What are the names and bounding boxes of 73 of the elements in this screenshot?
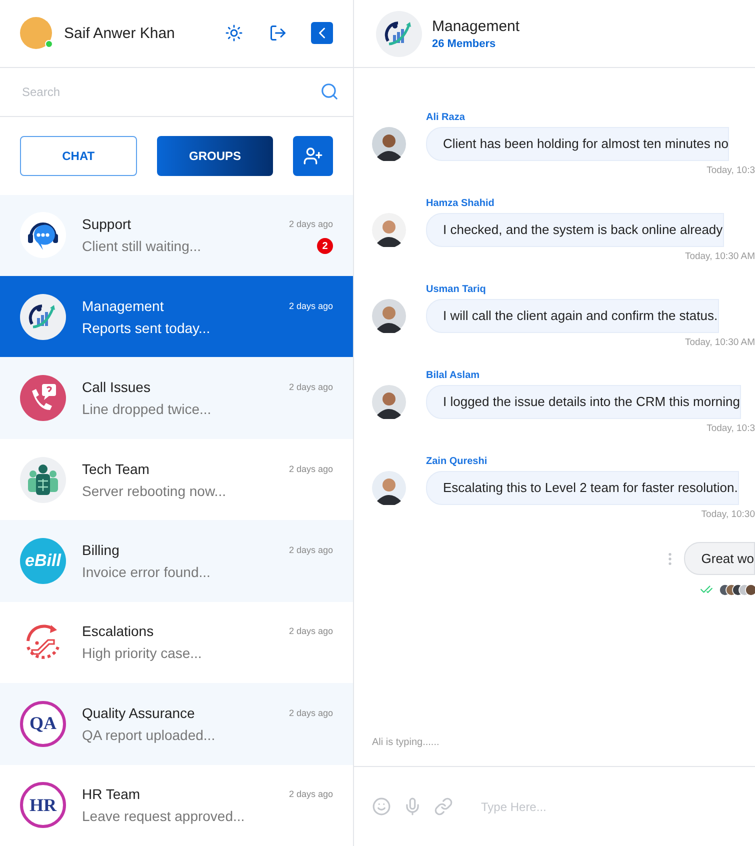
message-time: Today, 10:30 [701, 509, 755, 520]
group-time: 2 days ago [288, 545, 333, 555]
chat-title: Management [432, 18, 520, 34]
team-icon [20, 456, 66, 503]
person-avatar [372, 127, 406, 161]
sender-name: Usman Tariq [426, 284, 487, 295]
person-avatar [372, 213, 406, 247]
message-time: Today, 10:30 AM [684, 337, 755, 348]
group-name: HR Team [82, 786, 140, 802]
typing-indicator: Ali is typing...... [371, 737, 440, 750]
group-time: 2 days ago [288, 708, 333, 718]
message-time: Today, 10:3 [706, 423, 755, 434]
group-name: Quality Assurance [82, 704, 195, 721]
group-item[interactable]: QA Quality Assurance 2 days ago QA report uploaded... [0, 683, 353, 765]
group-name: Call Issues [82, 379, 150, 396]
group-preview: Server rebooting now... [82, 482, 226, 499]
message-time: Today, 10:3 [706, 165, 755, 176]
group-name: Tech Team [82, 460, 150, 477]
group-preview: Leave request approved... [82, 808, 245, 824]
tab[interactable]: GROUPS [156, 136, 274, 176]
group-time: 2 days ago [288, 219, 333, 230]
group-preview: Client still waiting... [82, 238, 202, 254]
group-logo: eBill [20, 538, 66, 584]
add-group-button[interactable] [293, 136, 333, 176]
sender-name: Hamza Shahid [426, 198, 496, 209]
group-preview: High priority case... [82, 645, 202, 662]
message-bubble: Escalating this to Level 2 team for faster resolution. [426, 471, 739, 505]
group-name: Escalations [82, 623, 154, 640]
message-bubble: I checked, and the system is back online already [426, 213, 724, 247]
tab[interactable]: CHAT [20, 136, 137, 176]
user-name: Saif Anwer Khan [64, 24, 176, 42]
group-preview: Invoice error found... [82, 564, 210, 580]
headset-chat-icon [20, 212, 66, 258]
sender-name: Ali Raza [426, 112, 466, 123]
group-item[interactable]: Support 2 days ago Client still waiting... 2 [0, 194, 353, 276]
message-bubble: Great wo [684, 542, 755, 575]
group-item[interactable]: Management 2 days ago Reports sent today... [0, 276, 353, 358]
group-preview: Line dropped twice... [82, 401, 212, 418]
link-icon[interactable] [434, 797, 453, 816]
group-name: Billing [82, 542, 120, 558]
group-logo: HR [20, 782, 66, 828]
collapse-button[interactable] [311, 22, 333, 44]
sender-name: Zain Qureshi [426, 456, 488, 467]
group-logo: QA [20, 700, 66, 747]
group-item[interactable]: eBill Billing 2 days ago Invoice error found... [0, 520, 353, 602]
add-user-icon [303, 146, 324, 166]
seen-avatars-drawing [719, 584, 755, 596]
group-time: 2 days ago [288, 300, 333, 311]
emoji-icon[interactable] [372, 797, 391, 816]
group-item[interactable]: Call Issues 2 days ago Line dropped twice... [0, 357, 353, 439]
growth-chart-icon [20, 294, 66, 340]
message-bubble: I will call the client again and confirm the status. [426, 299, 719, 333]
unread-count: 2 [317, 238, 333, 254]
person-avatar [372, 471, 406, 505]
message-bubble: I logged the issue details into the CRM this morning [426, 385, 741, 419]
group-preview: Reports sent today... [82, 320, 210, 336]
person-avatar [372, 299, 406, 333]
growth-chart-icon [376, 10, 422, 56]
group-name: Support [82, 216, 132, 232]
group-time: 2 days ago [288, 464, 333, 474]
microphone-icon[interactable] [403, 797, 422, 816]
group-time: 2 days ago [288, 789, 333, 800]
group-time: 2 days ago [288, 382, 333, 392]
message-bubble: Client has been holding for almost ten minutes no [426, 127, 730, 161]
member-count: 26 Members [432, 38, 497, 50]
group-name: Management [82, 298, 164, 314]
phone-question-icon [20, 375, 66, 422]
search-icon[interactable] [320, 82, 339, 102]
group-time: 2 days ago [288, 626, 333, 636]
group-preview: QA report uploaded... [82, 726, 216, 743]
sender-name: Bilal Aslam [426, 370, 481, 381]
person-avatar [372, 385, 406, 419]
message-time: Today, 10:30 AM [684, 251, 755, 262]
